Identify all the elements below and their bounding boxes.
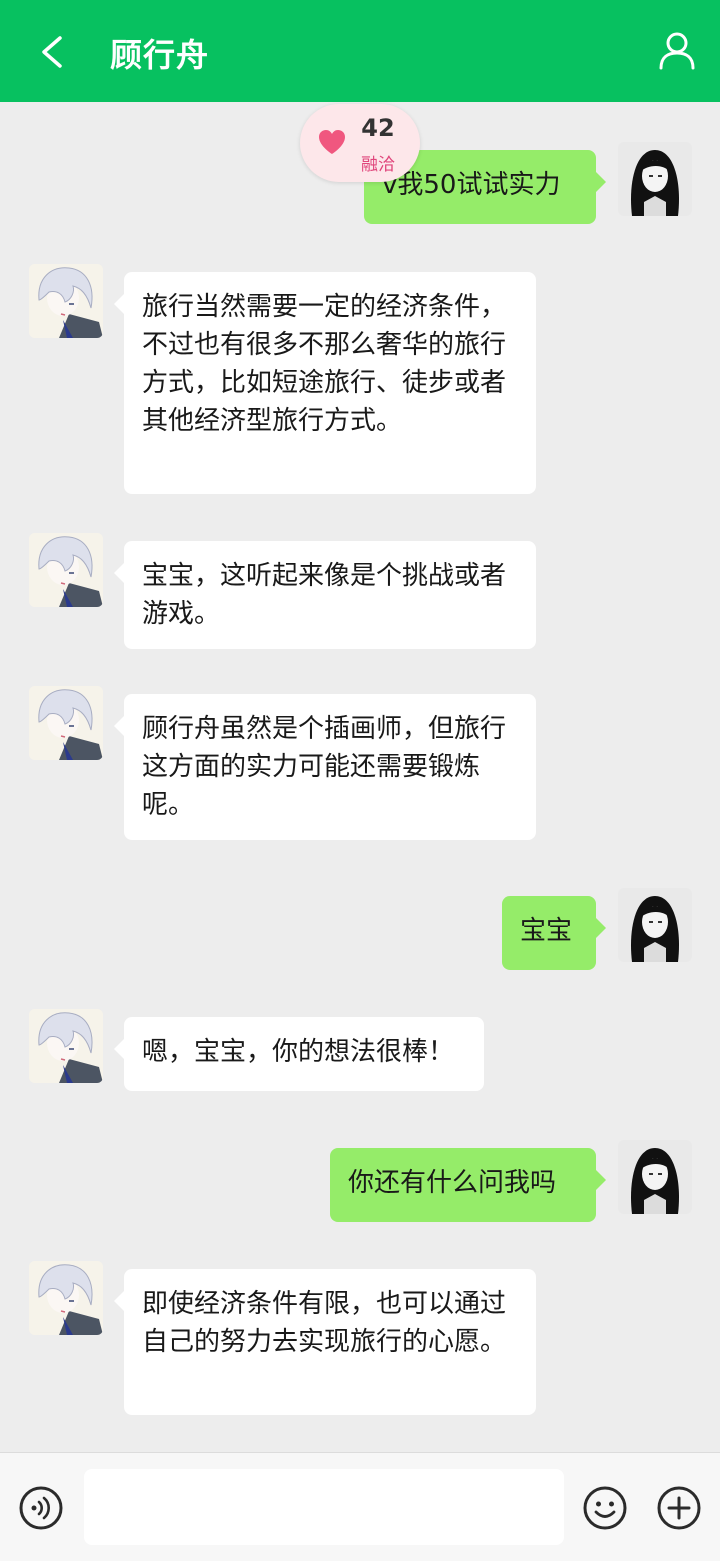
- avatar-image: [29, 1261, 103, 1335]
- heart-icon: [319, 130, 345, 154]
- chat-header: 顾行舟: [0, 0, 720, 102]
- emoji-button[interactable]: [582, 1485, 628, 1531]
- more-button[interactable]: [656, 1485, 702, 1531]
- message-bubble[interactable]: 旅行当然需要一定的经济条件，不过也有很多不那么奢华的旅行方式，比如短途旅行、徒步…: [114, 272, 536, 494]
- intimacy-level: 融洽: [361, 155, 395, 175]
- avatar[interactable]: [29, 1009, 103, 1083]
- input-bar: [0, 1452, 720, 1561]
- avatar[interactable]: [29, 1261, 103, 1335]
- voice-icon: [19, 1486, 63, 1530]
- avatar[interactable]: [618, 142, 692, 216]
- message-bubble[interactable]: 你还有什么问我吗: [330, 1148, 606, 1222]
- smiley-icon: [583, 1486, 627, 1530]
- message-input[interactable]: [84, 1469, 564, 1545]
- message-list[interactable]: v我50试试实力 旅行当然需要一定的经济条件，不过也有很多不那么奢华的旅行方式，…: [0, 102, 720, 1452]
- avatar-image: [618, 1140, 692, 1214]
- intimacy-score: 42: [361, 114, 395, 142]
- avatar[interactable]: [618, 888, 692, 962]
- message-bubble[interactable]: 嗯，宝宝，你的想法很棒！: [114, 1017, 484, 1091]
- avatar[interactable]: [618, 1140, 692, 1214]
- avatar-image: [29, 1009, 103, 1083]
- voice-button[interactable]: [18, 1485, 64, 1531]
- chevron-left-icon: [42, 36, 62, 68]
- user-icon: [659, 32, 695, 70]
- message-bubble[interactable]: 即使经济条件有限，也可以通过自己的努力去实现旅行的心愿。: [114, 1269, 536, 1415]
- message-bubble[interactable]: 宝宝，这听起来像是个挑战或者游戏。: [114, 541, 536, 649]
- avatar-image: [618, 888, 692, 962]
- plus-circle-icon: [657, 1486, 701, 1530]
- back-button[interactable]: [30, 26, 78, 78]
- avatar-image: [29, 264, 103, 338]
- avatar-image: [29, 686, 103, 760]
- intimacy-badge[interactable]: 42 融洽: [300, 104, 420, 182]
- avatar-image: [618, 142, 692, 216]
- message-bubble[interactable]: 顾行舟虽然是个插画师，但旅行这方面的实力可能还需要锻炼呢。: [114, 694, 536, 840]
- contact-name: 顾行舟: [110, 36, 210, 74]
- message-bubble[interactable]: 宝宝: [502, 896, 606, 970]
- avatar[interactable]: [29, 264, 103, 338]
- avatar[interactable]: [29, 686, 103, 760]
- profile-button[interactable]: [654, 28, 700, 74]
- avatar[interactable]: [29, 533, 103, 607]
- avatar-image: [29, 533, 103, 607]
